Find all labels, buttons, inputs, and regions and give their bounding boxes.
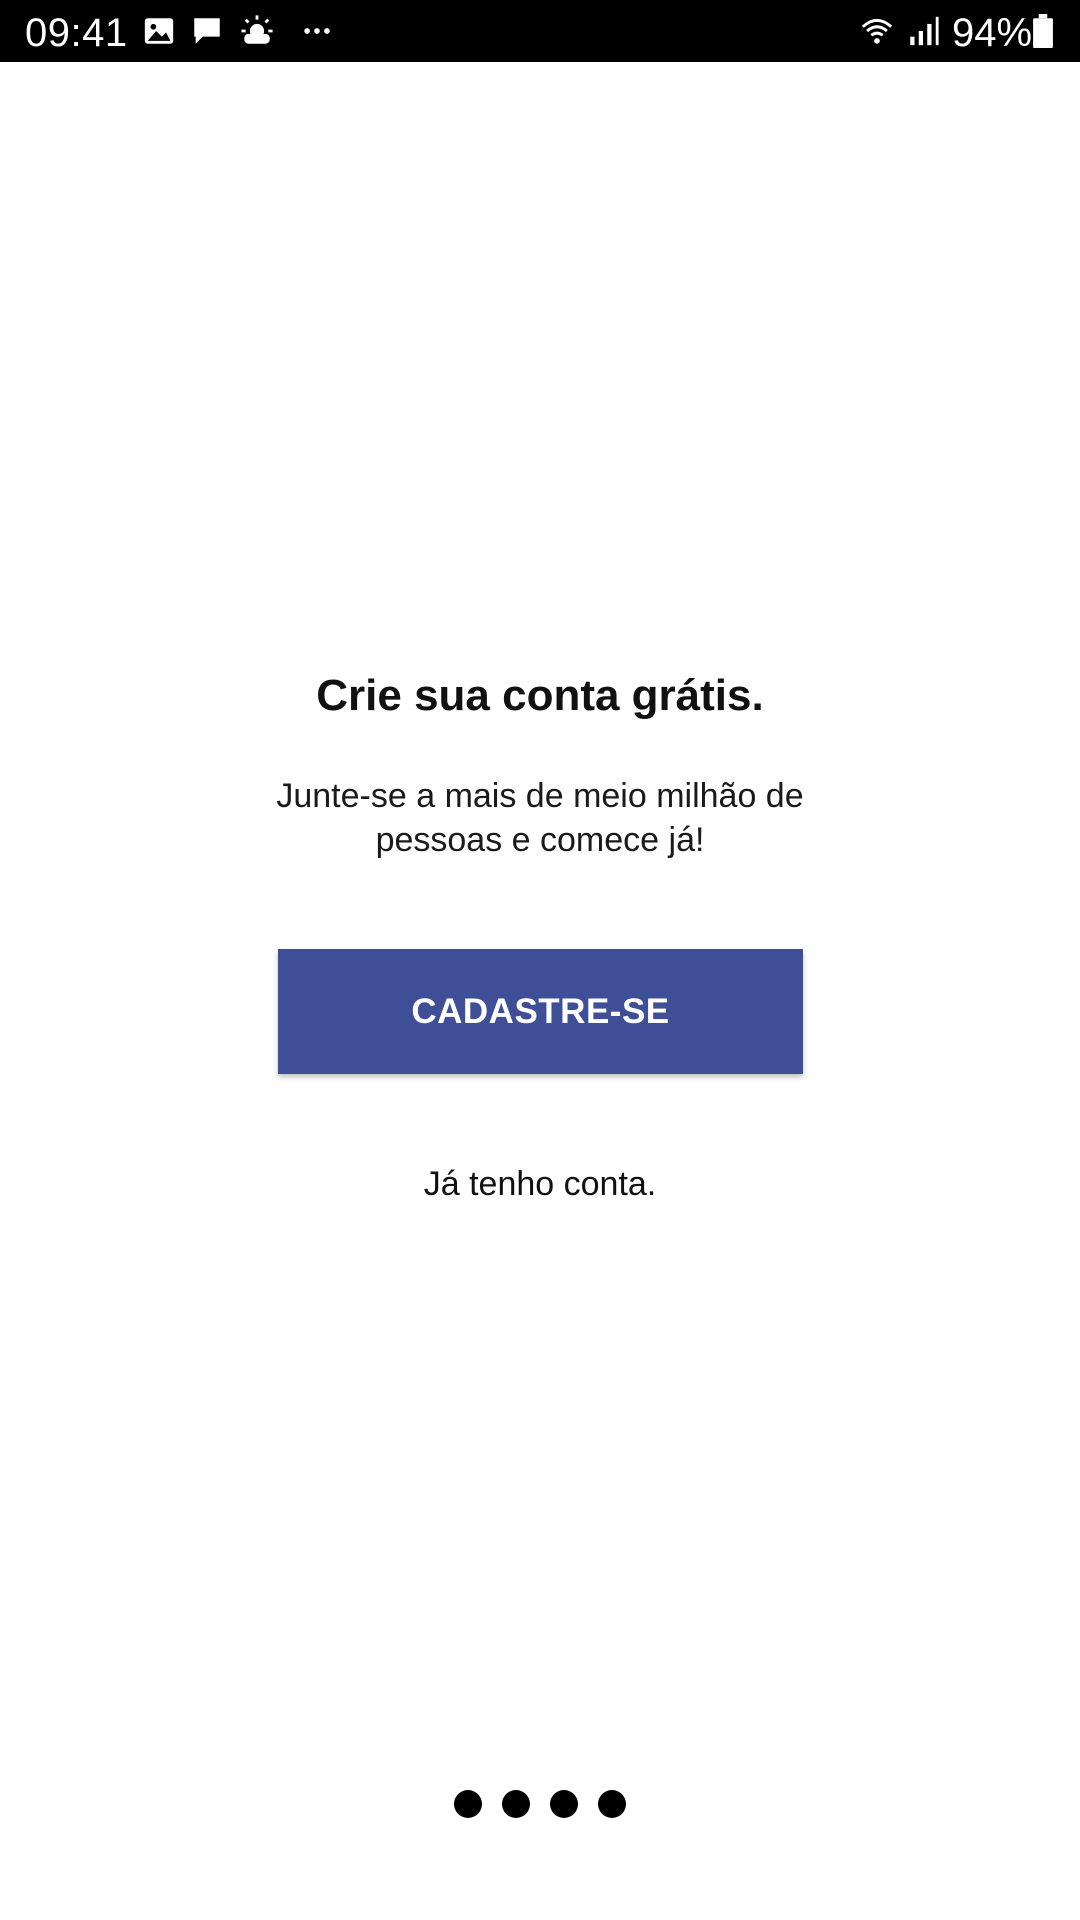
login-link[interactable]: Já tenho conta. <box>0 1162 1080 1206</box>
signup-button[interactable]: CADASTRE-SE <box>278 949 803 1074</box>
status-time: 09:41 <box>25 11 128 55</box>
more-dots-icon <box>300 14 334 48</box>
page-indicator <box>0 1790 1080 1818</box>
battery-percent: 94% <box>952 11 1033 55</box>
page-dot[interactable] <box>598 1790 626 1818</box>
signal-icon <box>906 14 940 48</box>
page-dot[interactable] <box>502 1790 530 1818</box>
battery-icon <box>1030 14 1056 48</box>
onboarding-screen: Crie sua conta grátis. Junte-se a mais d… <box>0 62 1080 1920</box>
page-title: Crie sua conta grátis. <box>316 671 764 720</box>
weather-icon <box>240 14 274 48</box>
page-dot[interactable] <box>550 1790 578 1818</box>
status-bar: 09:41 94% <box>0 0 1080 62</box>
page-dot[interactable] <box>454 1790 482 1818</box>
wifi-icon <box>860 14 894 48</box>
subtitle-text: Junte-se a mais de meio milhão de pessoa… <box>276 777 804 859</box>
gallery-icon <box>142 14 176 48</box>
message-icon <box>190 14 224 48</box>
